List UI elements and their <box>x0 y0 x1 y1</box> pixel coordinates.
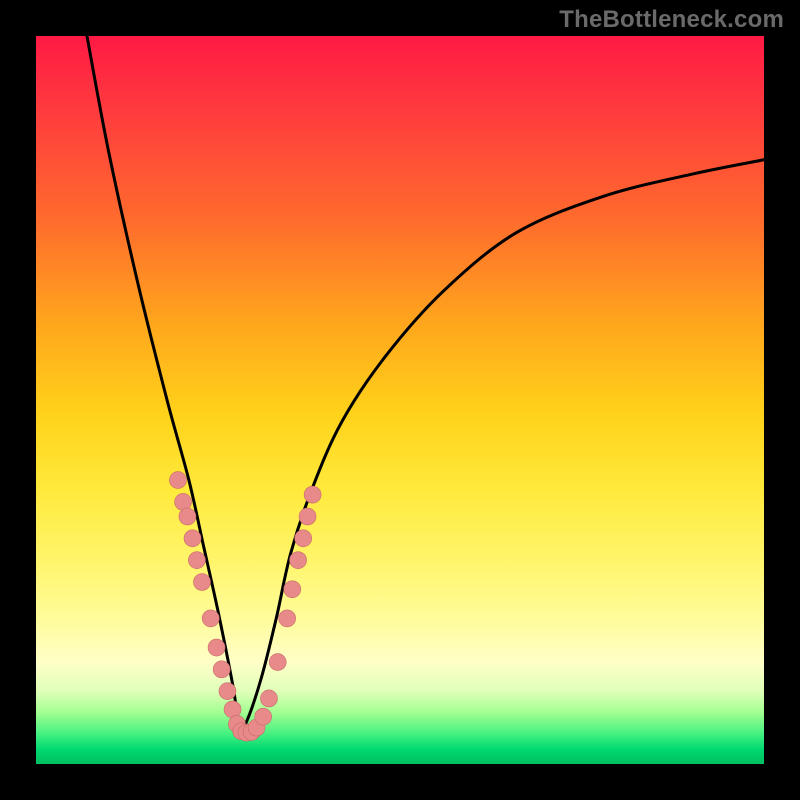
attribution-text: TheBottleneck.com <box>559 6 784 34</box>
sample-dot <box>255 708 272 725</box>
sample-dot <box>188 552 205 569</box>
sample-dot <box>213 661 230 678</box>
bottleneck-curve <box>87 36 764 730</box>
sample-dot <box>269 654 286 671</box>
sample-dot <box>202 610 219 627</box>
sample-dot <box>295 530 312 547</box>
sample-dot <box>304 486 321 503</box>
sample-dot <box>299 508 316 525</box>
sample-dot <box>184 530 201 547</box>
plot-area <box>36 36 764 764</box>
sample-dot <box>279 610 296 627</box>
sample-dot <box>290 552 307 569</box>
sample-dot <box>219 683 236 700</box>
sample-dot <box>179 508 196 525</box>
sample-dot <box>284 581 301 598</box>
chart-frame: TheBottleneck.com <box>0 0 800 800</box>
bottleneck-curve-path <box>87 36 764 730</box>
sample-dot <box>260 690 277 707</box>
sample-dot <box>193 574 210 591</box>
curve-layer <box>36 36 764 764</box>
sample-dot <box>169 472 186 489</box>
sample-dots <box>169 472 321 742</box>
sample-dot <box>208 639 225 656</box>
